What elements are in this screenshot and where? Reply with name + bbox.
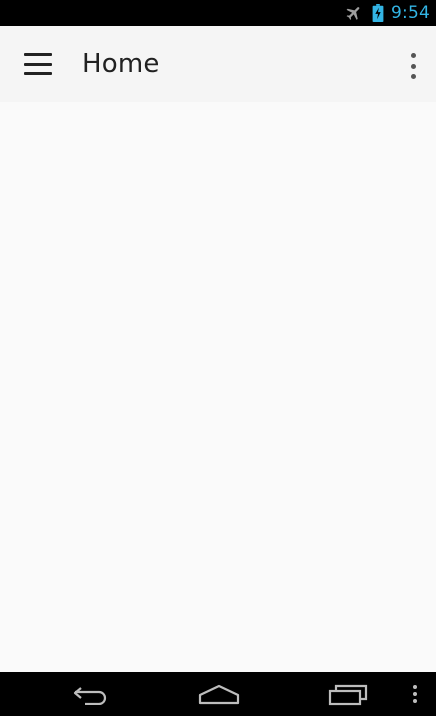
phone-screen: 9:54 Home	[0, 0, 436, 716]
overflow-menu-icon[interactable]	[408, 53, 418, 79]
hamburger-menu-icon[interactable]	[24, 53, 54, 75]
recents-icon[interactable]	[318, 672, 380, 716]
overflow-dot	[410, 63, 416, 69]
overflow-dot	[410, 74, 416, 79]
home-icon[interactable]	[188, 672, 250, 716]
navigation-bar	[0, 672, 436, 716]
menu-line	[24, 72, 52, 75]
status-time: 9:54	[391, 3, 430, 23]
action-bar: Home	[0, 26, 436, 102]
page-title: Home	[82, 49, 160, 79]
main-content	[0, 102, 436, 672]
status-bar: 9:54	[0, 0, 436, 26]
airplane-mode-icon	[346, 7, 360, 20]
menu-line	[24, 53, 52, 56]
battery-charging-icon	[372, 4, 384, 22]
menu-line	[24, 62, 52, 66]
overflow-dot	[410, 53, 416, 58]
back-icon[interactable]	[60, 672, 122, 716]
menu-icon[interactable]	[404, 672, 426, 716]
